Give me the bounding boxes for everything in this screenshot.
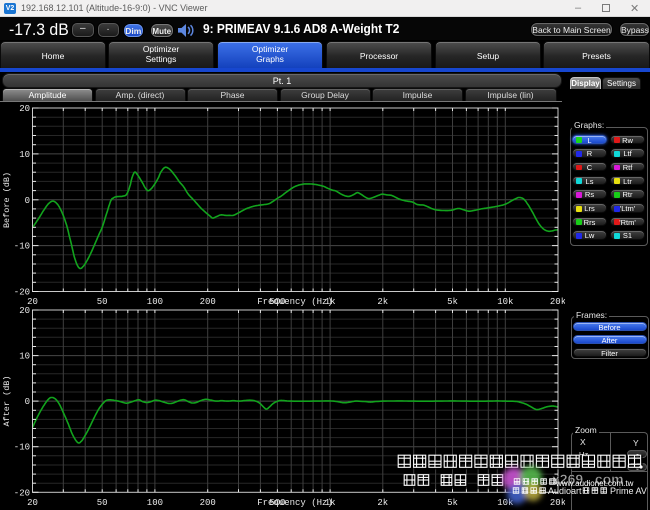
svg-text:Audioart: Audioart xyxy=(548,486,582,496)
svg-text:Prime AV: Prime AV xyxy=(610,486,647,496)
